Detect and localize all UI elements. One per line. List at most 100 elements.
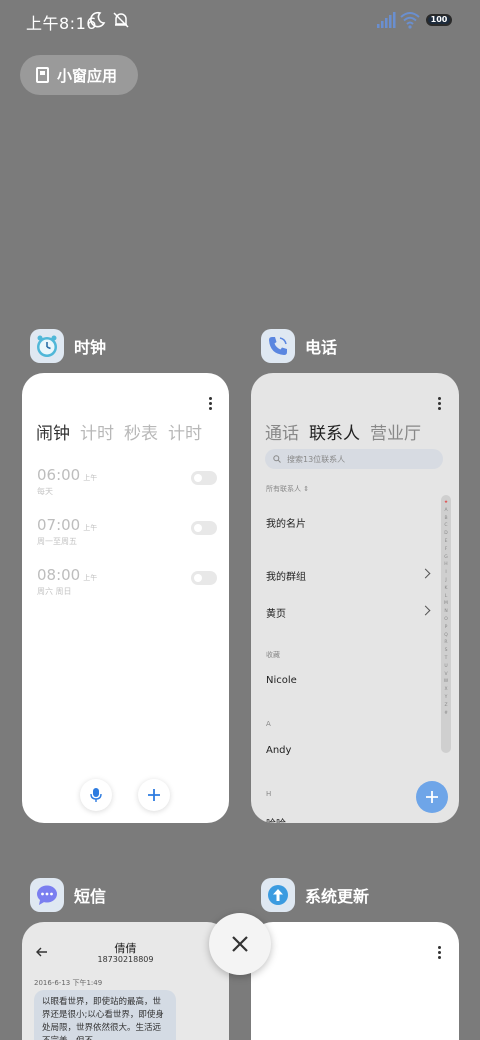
phone-app-card[interactable]: 通话 联系人 营业厅 搜索13位联系人 所有联系人 ⇕ 我的名片 我的群组 黄页… — [251, 373, 459, 823]
more-options-icon[interactable] — [209, 397, 213, 411]
more-options-icon[interactable] — [438, 946, 442, 960]
index-letter[interactable]: X — [444, 686, 447, 694]
phone-app-header[interactable]: 电话 — [261, 329, 337, 363]
index-letter[interactable]: Q — [444, 632, 448, 640]
index-letter[interactable]: ★ — [444, 499, 448, 507]
alarm-ampm: 上午 — [83, 524, 98, 532]
tab-timer[interactable]: 计时 — [168, 419, 202, 444]
my-card-item[interactable]: 我的名片 — [266, 515, 306, 530]
sms-message-bubble: 以眼看世界，即使站的最高，世界还是很小;以心看世界，即使身处局限，世界依然很大。… — [34, 990, 176, 1040]
index-letter[interactable]: D — [444, 530, 447, 538]
alphabet-index-scrollbar[interactable]: ★ A B C D E F G H I J K L M N O P Q R S T U V W X Y Z # — [441, 495, 451, 753]
search-icon — [273, 455, 281, 463]
system-update-app-header[interactable]: 系统更新 — [261, 878, 369, 912]
sms-app-name: 短信 — [74, 887, 107, 906]
section-letter: H — [266, 790, 272, 798]
sms-timestamp: 2016-6-13 下午1:49 — [34, 979, 103, 987]
index-letter[interactable]: # — [444, 710, 448, 718]
sms-app-card[interactable]: 倩倩 18730218809 2016-6-13 下午1:49 以眼看世界，即使… — [22, 922, 229, 1040]
clock-app-name: 时钟 — [74, 338, 107, 357]
tab-world-clock[interactable]: 计时 — [80, 419, 114, 444]
alarm-item[interactable]: 06:00 上午 每天 — [37, 465, 217, 497]
clock-app-icon — [30, 329, 64, 363]
index-letter[interactable]: H — [444, 561, 447, 569]
index-letter[interactable]: V — [444, 671, 447, 679]
index-letter[interactable]: K — [445, 585, 448, 593]
index-letter[interactable]: F — [445, 546, 448, 554]
sms-contact-name: 倩倩 — [114, 942, 137, 955]
plus-icon — [426, 791, 438, 803]
wifi-icon — [400, 12, 420, 29]
muted-bell-icon — [113, 12, 129, 28]
alarm-toggle[interactable] — [191, 521, 217, 535]
phone-tabs: 通话 联系人 营业厅 — [265, 419, 421, 444]
floating-window-icon — [36, 67, 49, 83]
index-letter[interactable]: O — [444, 616, 448, 624]
clock-app-header[interactable]: 时钟 — [30, 329, 106, 363]
index-letter[interactable]: M — [444, 600, 448, 608]
index-letter[interactable]: W — [444, 678, 448, 686]
index-letter[interactable]: N — [444, 608, 447, 616]
sms-contact-number: 18730218809 — [97, 955, 154, 964]
system-update-app-card[interactable] — [251, 922, 459, 1040]
alarm-item[interactable]: 07:00 上午 周一至周五 — [37, 515, 217, 547]
contact-search-input[interactable]: 搜索13位联系人 — [265, 449, 443, 469]
chevron-right-icon — [420, 605, 431, 616]
add-contact-button[interactable] — [416, 781, 448, 813]
index-letter[interactable]: R — [444, 639, 447, 647]
yellow-pages-item[interactable]: 黄页 — [266, 605, 286, 620]
floating-window-apps-button[interactable]: 小窗应用 — [20, 55, 138, 95]
phone-app-name: 电话 — [305, 338, 338, 357]
index-letter[interactable]: T — [445, 655, 448, 663]
close-icon — [232, 936, 248, 952]
alarm-repeat: 周六 周日 — [37, 587, 72, 596]
alarm-toggle[interactable] — [191, 571, 217, 585]
sms-app-icon — [30, 878, 64, 912]
tab-calls[interactable]: 通话 — [265, 419, 299, 444]
add-alarm-button[interactable] — [138, 779, 170, 811]
index-letter[interactable]: G — [444, 554, 448, 562]
more-options-icon[interactable] — [438, 397, 442, 411]
alarm-time: 06:00 — [37, 466, 81, 484]
alarm-ampm: 上午 — [83, 574, 98, 582]
signal-strength-icon — [377, 12, 396, 28]
index-letter[interactable]: I — [445, 569, 446, 577]
section-letter: A — [266, 720, 271, 728]
contact-row[interactable]: Nicole — [266, 675, 297, 686]
index-letter[interactable]: Y — [445, 694, 448, 702]
index-letter[interactable]: J — [445, 577, 446, 585]
index-letter[interactable]: Z — [444, 702, 447, 710]
alarm-item[interactable]: 08:00 上午 周六 周日 — [37, 565, 217, 597]
index-letter[interactable]: P — [445, 624, 448, 632]
tab-contacts[interactable]: 联系人 — [309, 419, 360, 444]
index-letter[interactable]: S — [445, 647, 448, 655]
index-letter[interactable]: E — [445, 538, 448, 546]
tab-stopwatch[interactable]: 秒表 — [124, 419, 158, 444]
search-placeholder: 搜索13位联系人 — [287, 454, 346, 464]
sms-app-header[interactable]: 短信 — [30, 878, 106, 912]
clock-tabs: 闹钟 计时 秒表 计时 — [36, 419, 202, 444]
clock-app-card[interactable]: 闹钟 计时 秒表 计时 06:00 上午 每天 07:00 上午 周一至周五 08:… — [22, 373, 229, 823]
system-update-app-name: 系统更新 — [305, 887, 370, 906]
index-letter[interactable]: U — [444, 663, 447, 671]
alarm-time: 08:00 — [37, 566, 81, 584]
contact-row[interactable]: Andy — [266, 745, 291, 756]
all-contacts-filter[interactable]: 所有联系人 ⇕ — [266, 484, 309, 494]
do-not-disturb-moon-icon — [90, 11, 106, 28]
alarm-toggle[interactable] — [191, 471, 217, 485]
index-letter[interactable]: C — [444, 522, 447, 530]
index-letter[interactable]: B — [444, 515, 447, 523]
contact-row[interactable]: 哈哈 — [266, 815, 286, 823]
plus-icon — [148, 789, 160, 801]
clear-all-button[interactable] — [209, 913, 271, 975]
system-update-app-icon — [261, 878, 295, 912]
my-groups-item[interactable]: 我的群组 — [266, 568, 306, 583]
index-letter[interactable]: L — [445, 593, 448, 601]
tab-alarm[interactable]: 闹钟 — [36, 419, 70, 444]
voice-alarm-button[interactable] — [80, 779, 112, 811]
tab-business-hall[interactable]: 营业厅 — [370, 419, 421, 444]
alarm-time: 07:00 — [37, 516, 81, 534]
section-favorites: 收藏 — [266, 651, 280, 659]
alarm-repeat: 周一至周五 — [37, 537, 77, 546]
index-letter[interactable]: A — [444, 507, 447, 515]
